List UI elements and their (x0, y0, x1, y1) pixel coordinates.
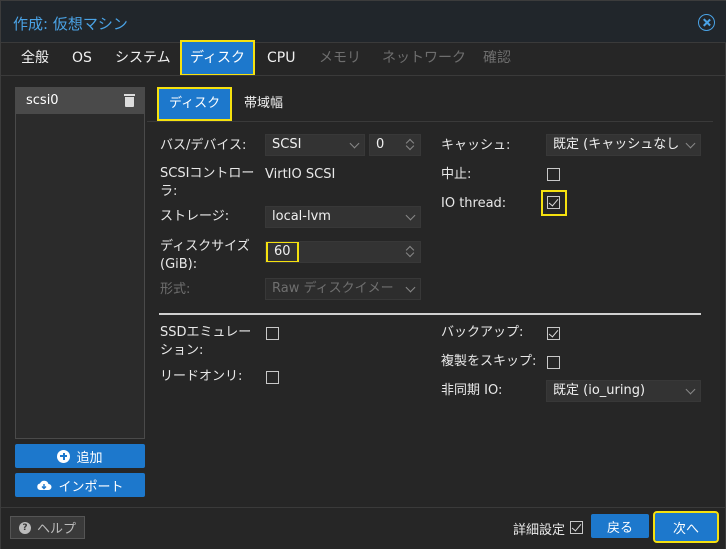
tab-general[interactable]: 全般 (21, 43, 49, 73)
bus-select[interactable]: SCSI (265, 134, 365, 156)
subtab-bandwidth[interactable]: 帯域幅 (244, 89, 283, 119)
discard-checkbox[interactable] (547, 168, 560, 181)
format-label: 形式: (160, 282, 191, 297)
skip-replication-checkbox[interactable] (547, 356, 560, 369)
ssd-emulation-label: SSDエミュレーション: (160, 325, 252, 358)
back-button[interactable]: 戻る (591, 514, 649, 538)
storage-select[interactable]: local-lvm (265, 206, 421, 228)
device-index-value: 0 (376, 137, 385, 152)
ssd-emulation-checkbox[interactable] (266, 327, 279, 340)
disk-size-input[interactable]: 60 (265, 241, 421, 263)
import-disk-button[interactable]: インポート (15, 473, 145, 497)
disk-list: scsi0 (15, 87, 145, 439)
discard-label: 中止: (441, 167, 472, 182)
create-vm-dialog: 作成: 仮想マシン 全般 OS システム ディスク CPU メモリ ネットワーク… (0, 0, 726, 549)
format-value: Raw ディスクイメー (272, 281, 394, 296)
disk-size-label: ディスクサイズ (GiB): (160, 239, 250, 272)
tab-system[interactable]: システム (115, 43, 171, 73)
cache-label: キャッシュ: (441, 138, 511, 153)
next-button[interactable]: 次へ (653, 511, 719, 543)
chevron-down-icon (685, 384, 696, 395)
scsi-controller-label: SCSIコントローラ: (160, 166, 255, 199)
read-only-label: リードオンリ: (160, 369, 243, 384)
storage-label: ストレージ: (160, 209, 230, 224)
spinner-icon[interactable] (406, 244, 415, 260)
chevron-down-icon (685, 138, 696, 149)
read-only-checkbox[interactable] (266, 371, 279, 384)
cloud-download-icon (36, 480, 52, 491)
io-thread-checkbox[interactable] (547, 196, 560, 209)
subtab-disk[interactable]: ディスク (156, 87, 233, 121)
async-io-label: 非同期 IO: (441, 383, 503, 398)
bus-value: SCSI (272, 137, 302, 152)
trash-icon[interactable] (124, 94, 135, 107)
disk-item-label: scsi0 (26, 93, 59, 108)
disk-size-value: 60 (266, 242, 299, 262)
tab-os[interactable]: OS (72, 43, 92, 73)
io-thread-label: IO thread: (441, 196, 507, 211)
format-select: Raw ディスクイメー (265, 278, 421, 300)
tab-network: ネットワーク (382, 50, 466, 66)
chevron-down-icon (405, 282, 416, 293)
dialog-footer: ? ヘルプ 詳細設定 戻る 次へ (1, 507, 725, 549)
async-io-select[interactable]: 既定 (io_uring) (546, 380, 701, 402)
close-icon[interactable] (698, 14, 715, 31)
tabs-divider (1, 75, 725, 76)
add-disk-button[interactable]: 追加 (15, 444, 145, 468)
tab-disk[interactable]: ディスク (179, 40, 256, 76)
chevron-down-icon (349, 138, 360, 149)
plus-circle-icon (57, 449, 71, 463)
tab-confirm: 確認 (483, 50, 511, 66)
help-label: ヘルプ (36, 522, 76, 537)
device-index-spinner[interactable]: 0 (369, 134, 421, 156)
dialog-title: 作成: 仮想マシン (13, 15, 128, 33)
add-disk-label: 追加 (76, 450, 103, 466)
section-divider (159, 313, 701, 315)
dialog-titlebar: 作成: 仮想マシン (1, 1, 726, 43)
scsi-controller-value: VirtIO SCSI (265, 167, 336, 182)
advanced-label: 詳細設定 (513, 523, 566, 538)
disk-list-item-scsi0[interactable]: scsi0 (16, 88, 144, 114)
chevron-down-icon (405, 210, 416, 221)
spinner-icon[interactable] (406, 137, 415, 153)
cache-select[interactable]: 既定 (キャッシュなし (546, 134, 701, 156)
import-disk-label: インポート (58, 479, 124, 495)
help-button[interactable]: ? ヘルプ (10, 516, 85, 539)
tab-memory: メモリ (319, 50, 361, 66)
cache-value: 既定 (キャッシュなし (553, 137, 680, 152)
question-icon: ? (18, 521, 31, 534)
skip-replication-label: 複製をスキップ: (441, 354, 537, 369)
backup-checkbox[interactable] (547, 327, 560, 340)
advanced-checkbox[interactable] (570, 521, 583, 534)
storage-value: local-lvm (272, 209, 331, 224)
backup-label: バックアップ: (441, 325, 524, 340)
bus-device-label: バス/デバイス: (160, 138, 247, 153)
async-io-value: 既定 (io_uring) (553, 383, 646, 398)
tab-cpu[interactable]: CPU (267, 43, 295, 73)
